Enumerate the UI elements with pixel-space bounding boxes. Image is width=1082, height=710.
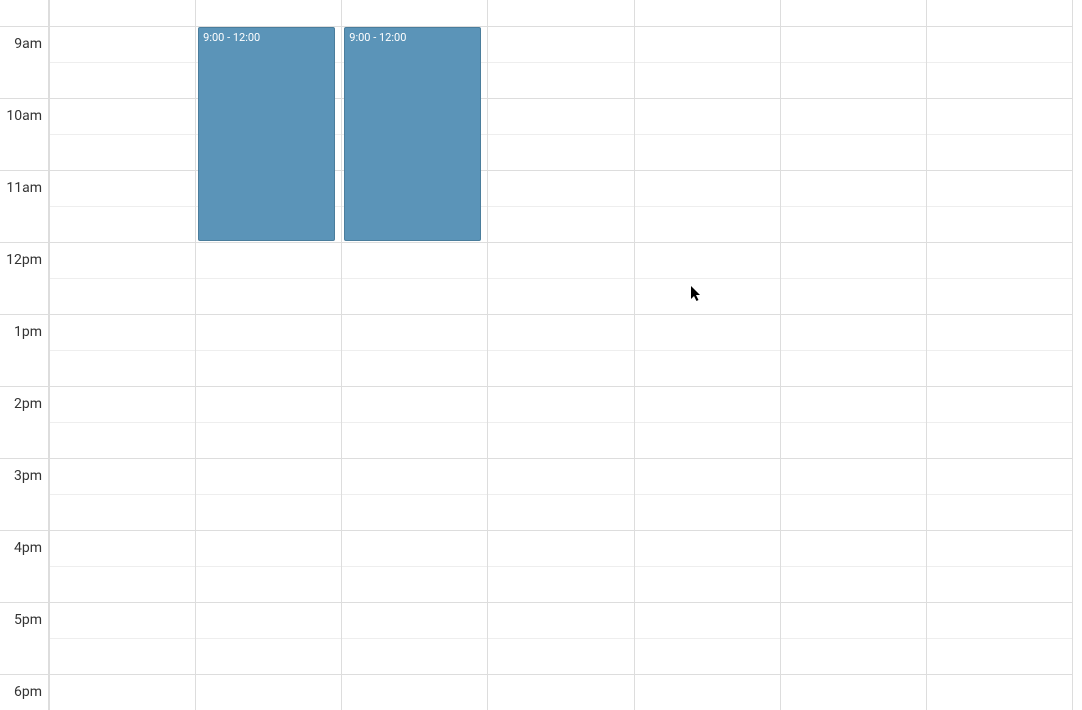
time-label: 10am [6,108,42,124]
day-column[interactable]: 9:00 - 12:00 [195,0,341,710]
day-column[interactable] [926,0,1072,710]
calendar-grid[interactable]: 9:00 - 12:00 9:00 - 12:00 [49,0,1072,710]
day-column[interactable]: 9:00 - 12:00 [341,0,487,710]
event-time-label: 9:00 - 12:00 [349,31,406,44]
time-label: 9am [14,36,42,52]
time-label: 1pm [14,324,42,340]
calendar-event[interactable]: 9:00 - 12:00 [198,27,335,241]
time-label: 5pm [14,612,42,628]
time-label: 12pm [6,252,42,268]
calendar-week-view: 9am 10am 11am 12pm 1pm 2pm 3pm 4pm 5pm 6pm 9:00 -… [0,0,1082,710]
time-gutter: 9am 10am 11am 12pm 1pm 2pm 3pm 4pm 5pm 6pm [0,0,49,710]
day-gridline [1072,0,1073,710]
calendar-event[interactable]: 9:00 - 12:00 [344,27,481,241]
day-column[interactable] [780,0,926,710]
event-time-label: 9:00 - 12:00 [203,31,260,44]
time-label: 2pm [14,396,42,412]
time-label: 6pm [14,684,42,700]
day-column[interactable] [634,0,780,710]
day-column[interactable] [487,0,633,710]
time-label: 4pm [14,540,42,556]
time-label: 11am [6,180,42,196]
day-column[interactable] [49,0,195,710]
time-label: 3pm [14,468,42,484]
